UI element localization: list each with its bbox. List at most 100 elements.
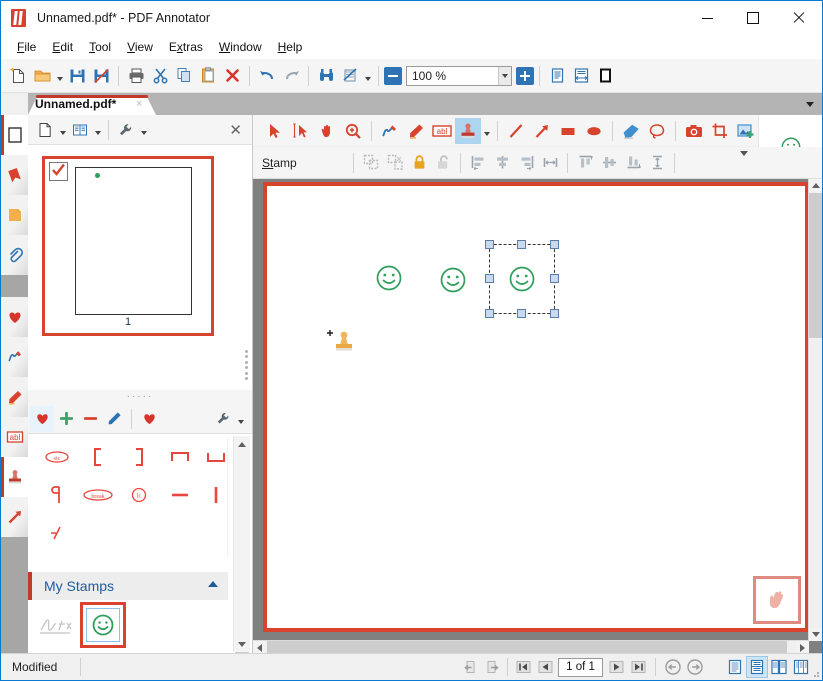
stamps-scroll-up-icon[interactable] bbox=[234, 436, 250, 452]
stamp-break[interactable]: break bbox=[77, 476, 118, 514]
zoom-dropdown-caret-icon[interactable] bbox=[498, 66, 511, 85]
pen-tool[interactable] bbox=[377, 118, 403, 144]
distribute-vertical-icon[interactable] bbox=[645, 151, 669, 175]
align-center-horizontal-icon[interactable] bbox=[490, 151, 514, 175]
hand-pan-button[interactable] bbox=[753, 576, 801, 624]
panel-scroll-grip[interactable] bbox=[245, 350, 249, 380]
close-panel-icon[interactable]: ✕ bbox=[229, 121, 242, 139]
zoom-in-button[interactable] bbox=[516, 66, 534, 85]
paste-icon[interactable] bbox=[196, 63, 220, 89]
stamp-paragraph[interactable] bbox=[36, 476, 77, 514]
menu-tool[interactable]: Tool bbox=[81, 37, 119, 57]
stamp-tool[interactable] bbox=[455, 117, 481, 144]
sidebar-tab-arrow[interactable] bbox=[1, 497, 28, 537]
selection-handle-ml[interactable] bbox=[485, 274, 494, 283]
page-thumbnail-selected[interactable]: 1 bbox=[42, 156, 214, 336]
align-middle-vertical-icon[interactable] bbox=[597, 151, 621, 175]
selection-handle-br[interactable] bbox=[550, 309, 559, 318]
insert-page-icon[interactable] bbox=[33, 117, 57, 143]
heart-group-icon[interactable] bbox=[137, 406, 161, 432]
selection-handle-tl[interactable] bbox=[485, 240, 494, 249]
undo-icon[interactable] bbox=[255, 63, 279, 89]
forward-view-icon[interactable] bbox=[481, 657, 503, 677]
selection-handle-tc[interactable] bbox=[517, 240, 526, 249]
lock-closed-icon[interactable] bbox=[407, 151, 431, 175]
navigate-forward-button[interactable] bbox=[684, 657, 706, 677]
stamp-bracket-top[interactable] bbox=[159, 438, 200, 476]
tab-close-icon[interactable]: × bbox=[136, 98, 142, 110]
stamp-bracket-bottom[interactable] bbox=[195, 438, 236, 476]
view-mode-single[interactable] bbox=[724, 656, 746, 678]
tabstrip-overflow-chevron-down-icon[interactable] bbox=[797, 93, 822, 115]
page-number-field[interactable]: 1 of 1 bbox=[558, 657, 603, 677]
resize-grip[interactable] bbox=[810, 668, 820, 678]
line-tool[interactable] bbox=[503, 118, 529, 144]
highlighter-tool[interactable] bbox=[403, 118, 429, 144]
ellipse-tool[interactable] bbox=[581, 118, 607, 144]
lasso-tool[interactable] bbox=[644, 118, 670, 144]
sidebar-tab-stamps[interactable] bbox=[1, 457, 28, 497]
view-mode-facing[interactable] bbox=[768, 656, 790, 678]
wrench-settings-icon-stamps[interactable] bbox=[211, 406, 235, 432]
save-as-icon[interactable] bbox=[89, 63, 113, 89]
first-page-button[interactable] bbox=[512, 657, 534, 677]
align-top-icon[interactable] bbox=[573, 151, 597, 175]
my-stamp-smiley[interactable] bbox=[80, 602, 126, 648]
fit-width-icon[interactable] bbox=[569, 63, 593, 89]
last-page-button[interactable] bbox=[627, 657, 649, 677]
selection-handle-bc[interactable] bbox=[517, 309, 526, 318]
find-binoculars-icon[interactable] bbox=[314, 63, 338, 89]
minimize-button[interactable] bbox=[684, 1, 730, 35]
stamp-bar[interactable] bbox=[195, 476, 236, 514]
arrow-tool[interactable] bbox=[529, 118, 555, 144]
erase-dropdown-caret-icon[interactable] bbox=[362, 63, 373, 89]
doc-scroll-up-icon[interactable] bbox=[809, 179, 822, 192]
zoom-magnifier-tool[interactable] bbox=[340, 118, 366, 144]
wrench-settings-icon[interactable] bbox=[114, 117, 138, 143]
view-mode-continuous[interactable] bbox=[746, 656, 768, 678]
my-stamp-jack[interactable] bbox=[36, 610, 78, 640]
stamp-toolbar-overflow-chevron-down-icon[interactable] bbox=[740, 150, 748, 170]
stamp-dash[interactable] bbox=[159, 476, 200, 514]
sidebar-tab-pen[interactable] bbox=[1, 337, 28, 377]
ungroup-objects-icon[interactable] bbox=[383, 151, 407, 175]
wrench-caret-icon[interactable] bbox=[138, 117, 149, 143]
redo-icon[interactable] bbox=[279, 63, 303, 89]
delete-x-icon[interactable] bbox=[220, 63, 244, 89]
stamps-scrollbar[interactable] bbox=[233, 436, 250, 662]
sidebar-tab-text[interactable]: abl bbox=[1, 417, 28, 457]
close-button[interactable] bbox=[776, 1, 822, 35]
align-left-icon[interactable] bbox=[466, 151, 490, 175]
zoom-out-button[interactable] bbox=[384, 66, 402, 85]
page-thumbnail-checkbox[interactable] bbox=[49, 162, 68, 181]
stamp-sic[interactable]: sic bbox=[36, 438, 77, 476]
zoom-input[interactable] bbox=[407, 66, 498, 85]
text-abl-tool[interactable]: abl bbox=[429, 118, 455, 144]
menu-file[interactable]: File bbox=[9, 37, 44, 57]
align-right-icon[interactable] bbox=[514, 151, 538, 175]
hand-pan-tool[interactable] bbox=[314, 118, 340, 144]
new-document-icon[interactable] bbox=[6, 63, 30, 89]
menu-view[interactable]: View bbox=[119, 37, 161, 57]
favorites-heart-icon[interactable] bbox=[30, 405, 54, 432]
sidebar-tab-attachments[interactable] bbox=[1, 235, 28, 275]
menu-window[interactable]: Window bbox=[211, 37, 270, 57]
align-bottom-icon[interactable] bbox=[621, 151, 645, 175]
chevron-up-icon[interactable] bbox=[208, 581, 218, 587]
open-dropdown-caret-icon[interactable] bbox=[54, 63, 65, 89]
stamps-scroll-down-icon[interactable] bbox=[234, 636, 250, 652]
distribute-horizontal-icon[interactable] bbox=[538, 151, 562, 175]
erase-page-icon[interactable] bbox=[338, 63, 362, 89]
group-objects-icon[interactable] bbox=[359, 151, 383, 175]
stamp-circle-lc[interactable]: lc bbox=[118, 476, 159, 514]
insert-page-caret-icon[interactable] bbox=[57, 117, 68, 143]
smiley-stamp-1[interactable] bbox=[375, 264, 403, 295]
insert-image-tool[interactable] bbox=[733, 118, 759, 144]
menu-edit[interactable]: Edit bbox=[44, 37, 81, 57]
sidebar-tab-bookmarks[interactable] bbox=[1, 155, 28, 195]
stamp-bracket-open[interactable] bbox=[77, 438, 118, 476]
sidebar-tab-highlighter[interactable] bbox=[1, 377, 28, 417]
copy-icon[interactable] bbox=[172, 63, 196, 89]
document-horizontal-scrollbar[interactable] bbox=[253, 640, 809, 654]
next-page-button[interactable] bbox=[605, 657, 627, 677]
